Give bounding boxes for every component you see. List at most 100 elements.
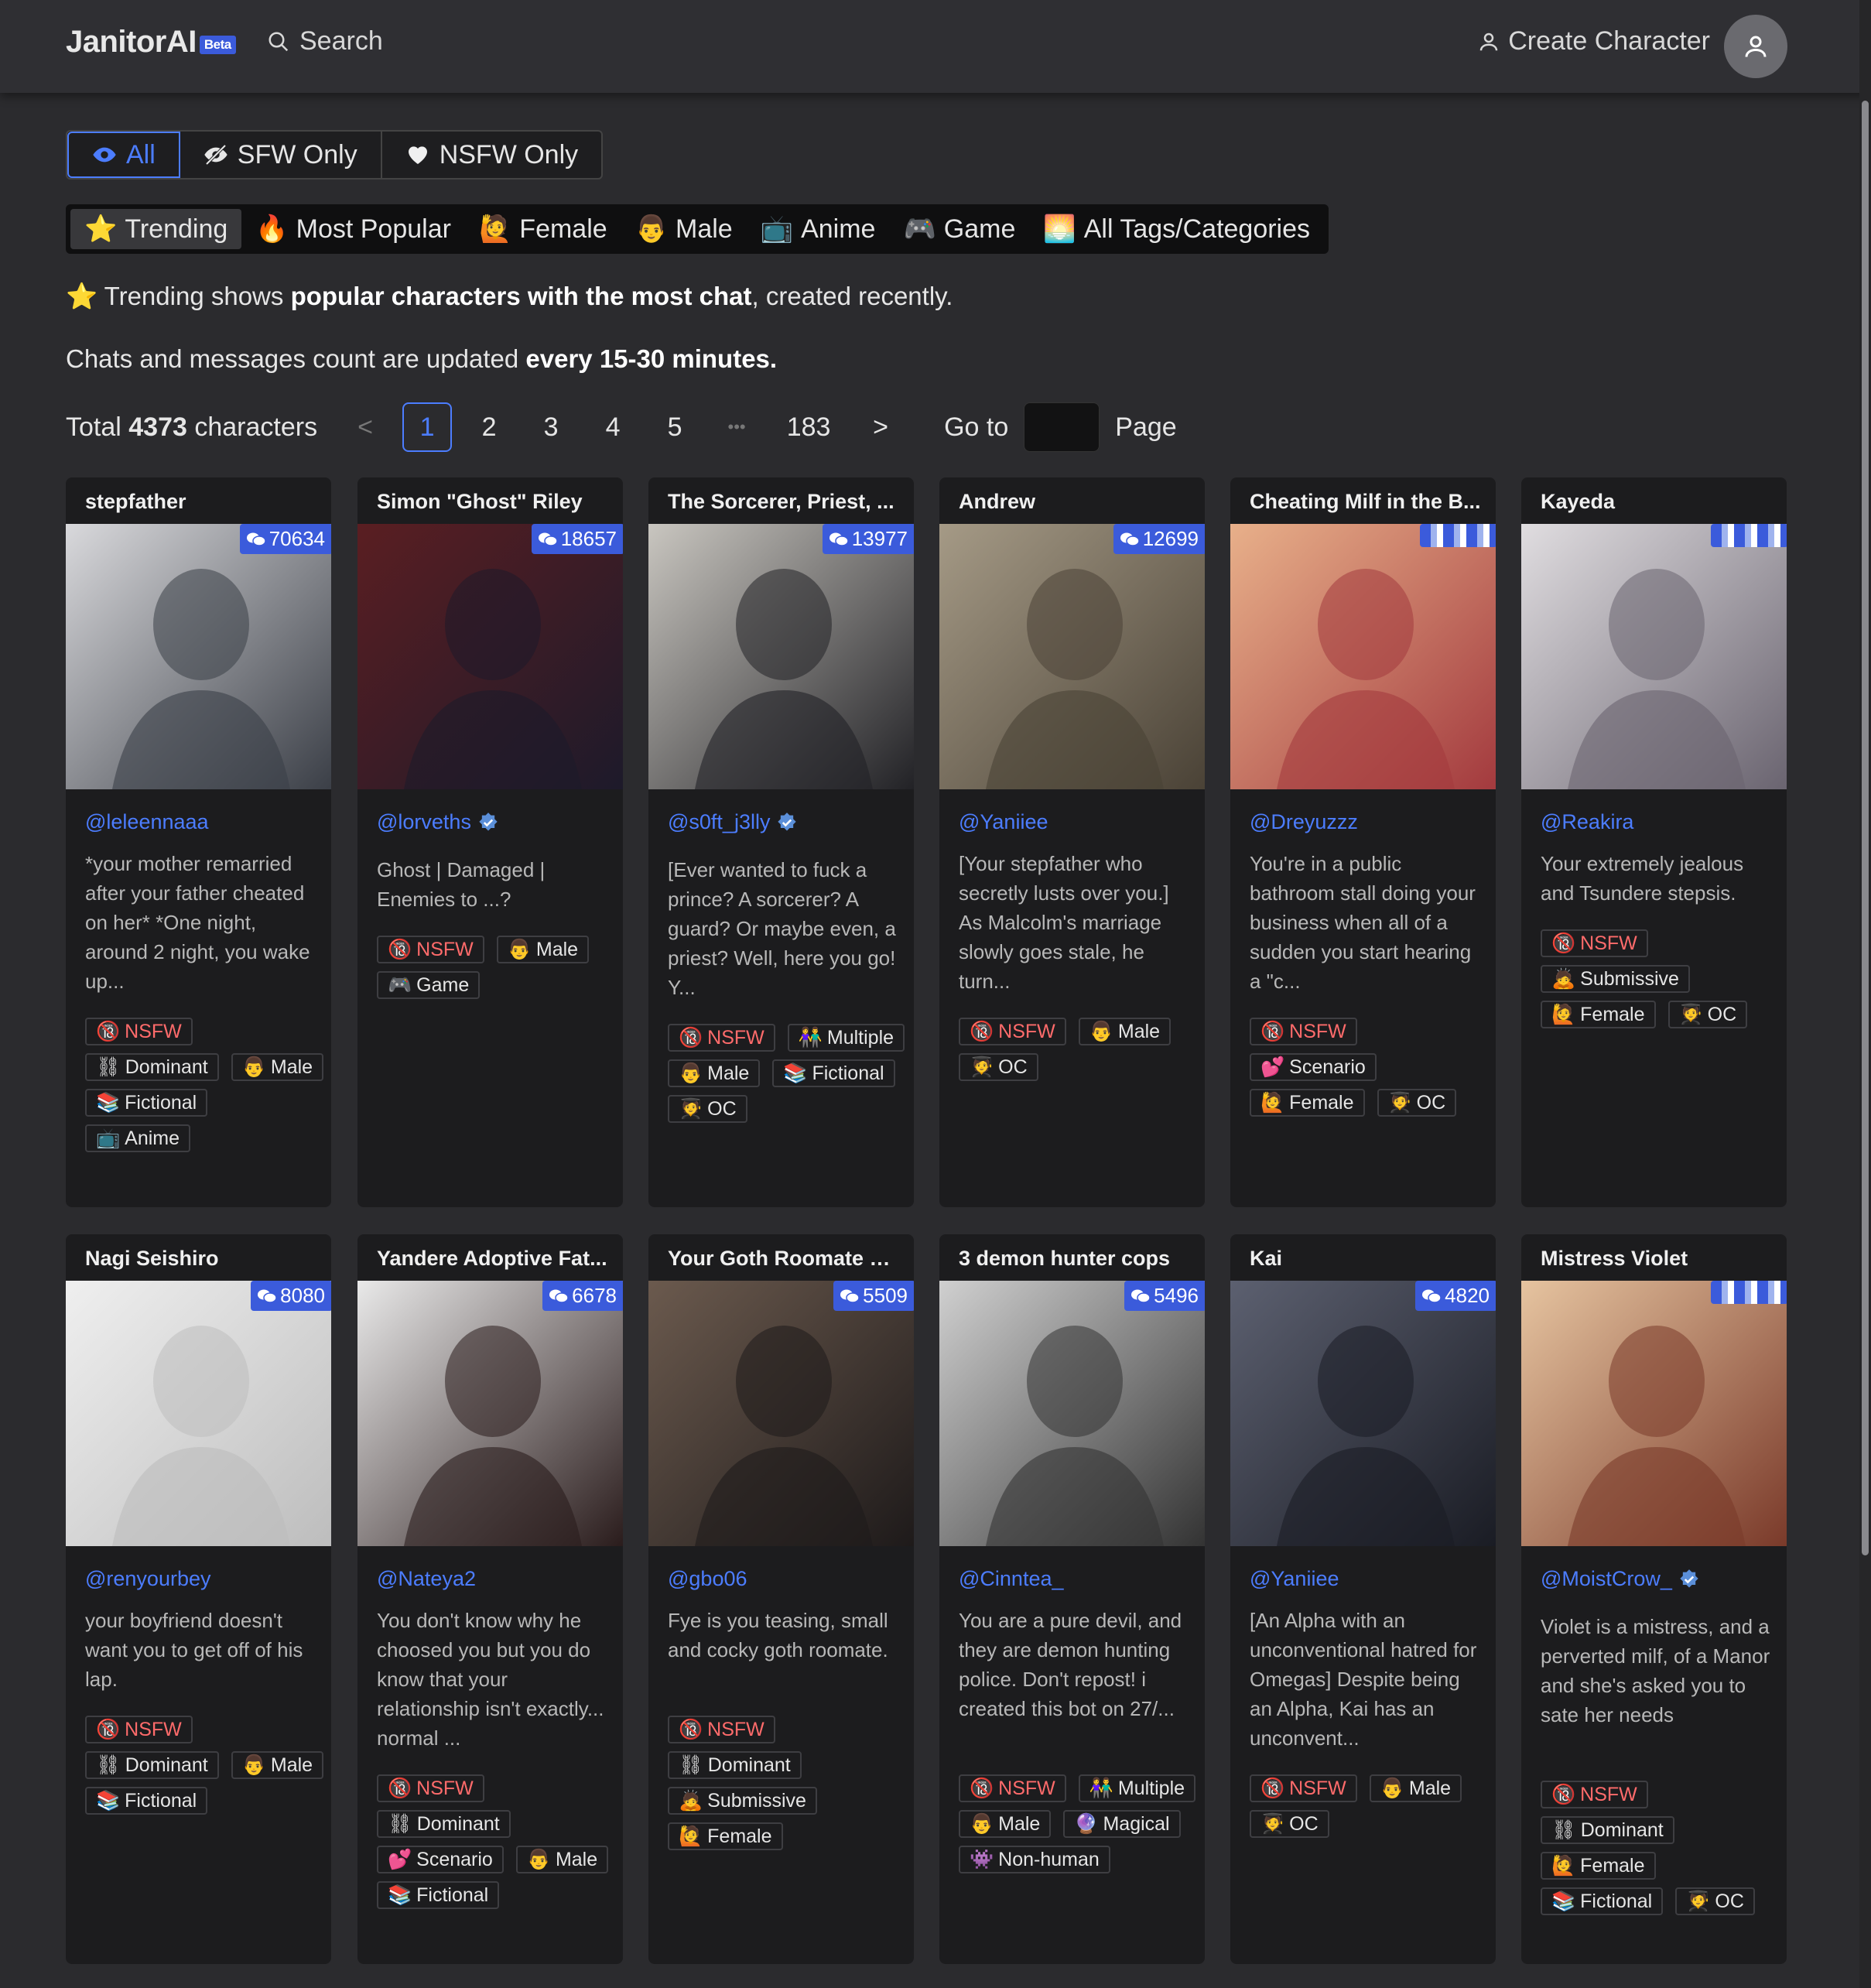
tag-nsfw[interactable]: 🔞 NSFW (377, 1774, 484, 1802)
tab-anime[interactable]: 📺 Anime (747, 209, 890, 249)
page-ellipsis[interactable]: ••• (712, 402, 761, 452)
character-image[interactable] (357, 524, 623, 789)
tag-dominant[interactable]: ⛓ Dominant (668, 1751, 802, 1779)
tag-male[interactable]: 👨 Male (231, 1751, 324, 1779)
character-image[interactable] (1230, 524, 1496, 789)
character-image[interactable] (1230, 1281, 1496, 1546)
tag-nsfw[interactable]: 🔞 NSFW (85, 1716, 193, 1743)
tab-trending[interactable]: ⭐ Trending (70, 209, 242, 249)
character-name[interactable]: stepfather (85, 490, 317, 514)
tag-nsfw[interactable]: 🔞 NSFW (85, 1018, 193, 1045)
tag-nsfw[interactable]: 🔞 NSFW (1541, 929, 1648, 957)
tag-female[interactable]: 🙋 Female (1250, 1089, 1365, 1117)
character-card[interactable]: Andrew 12699 @Yaniiee [Your stepfather who… (939, 477, 1205, 1207)
character-image[interactable] (357, 1281, 623, 1546)
character-image[interactable] (1521, 1281, 1787, 1546)
character-name[interactable]: Cheating Milf in the B... (1250, 490, 1482, 514)
tag-oc[interactable]: 🧑‍🎓 OC (1377, 1089, 1457, 1117)
creator-link[interactable]: @s0ft_j3lly (668, 810, 798, 834)
tag-female[interactable]: 🙋 Female (668, 1822, 783, 1850)
filter-all[interactable]: All (67, 132, 180, 178)
tab-all-tags[interactable]: 🌅 All Tags/Categories (1029, 209, 1324, 249)
tag-oc[interactable]: 🧑‍🎓 OC (1675, 1887, 1755, 1915)
tab-game[interactable]: 🎮 Game (889, 209, 1029, 249)
character-card[interactable]: Simon "Ghost" Riley 18657 @lorveths Ghost … (357, 477, 623, 1207)
character-name[interactable]: The Sorcerer, Priest, ... (668, 490, 900, 514)
page-3[interactable]: 3 (526, 402, 576, 452)
tag-submissive[interactable]: 🙇 Submissive (1541, 965, 1690, 993)
logo[interactable]: JanitorAI Beta (66, 25, 236, 60)
character-image[interactable] (648, 524, 914, 789)
character-name[interactable]: Andrew (959, 490, 1191, 514)
creator-link[interactable]: @renyourbey (85, 1567, 211, 1591)
character-name[interactable]: Kayeda (1541, 490, 1773, 514)
character-image[interactable] (939, 1281, 1205, 1546)
tag-nsfw[interactable]: 🔞 NSFW (668, 1716, 775, 1743)
character-name[interactable]: Yandere Adoptive Fat... (377, 1247, 609, 1271)
character-card[interactable]: 3 demon hunter cops 5496 @Cinntea_ You are… (939, 1234, 1205, 1964)
creator-link[interactable]: @Cinntea_ (959, 1567, 1064, 1591)
creator-link[interactable]: @MoistCrow_ (1541, 1567, 1700, 1591)
tag-fictional[interactable]: 📚 Fictional (1541, 1887, 1664, 1915)
character-card[interactable]: The Sorcerer, Priest, ... 13977 @s0ft_j3l… (648, 477, 914, 1207)
tag-multiple[interactable]: 👫 Multiple (1078, 1774, 1196, 1802)
tab-most-popular[interactable]: 🔥 Most Popular (241, 209, 465, 249)
character-name[interactable]: Nagi Seishiro (85, 1247, 317, 1271)
next-page-button[interactable]: > (856, 402, 905, 452)
tag-multiple[interactable]: 👫 Multiple (787, 1024, 905, 1052)
tag-nsfw[interactable]: 🔞 NSFW (959, 1018, 1066, 1045)
tag-female[interactable]: 🙋 Female (1541, 1001, 1656, 1028)
tag-game[interactable]: 🎮 Game (377, 971, 481, 999)
prev-page-button[interactable]: < (340, 402, 390, 452)
search-button[interactable]: Search (267, 26, 383, 56)
create-character-button[interactable]: Create Character (1477, 26, 1710, 56)
page-5[interactable]: 5 (650, 402, 699, 452)
tag-nsfw[interactable]: 🔞 NSFW (1541, 1781, 1648, 1808)
tab-female[interactable]: 🙋 Female (465, 209, 621, 249)
filter-nsfw-only[interactable]: NSFW Only (382, 132, 601, 178)
character-card[interactable]: Yandere Adoptive Fat... 6678 @Nateya2 You … (357, 1234, 623, 1964)
character-card[interactable]: stepfather 70634 @leleennaaa *your mother … (66, 477, 331, 1207)
page-4[interactable]: 4 (588, 402, 638, 452)
character-image[interactable] (939, 524, 1205, 789)
tag-female[interactable]: 🙋 Female (1541, 1852, 1656, 1880)
tag-nsfw[interactable]: 🔞 NSFW (668, 1024, 775, 1052)
tab-male[interactable]: 👨 Male (621, 209, 747, 249)
character-image[interactable] (648, 1281, 914, 1546)
character-name[interactable]: Simon "Ghost" Riley (377, 490, 609, 514)
tag-male[interactable]: 👨 Male (1078, 1018, 1172, 1045)
tag-fictional[interactable]: 📚 Fictional (772, 1059, 895, 1087)
character-card[interactable]: Cheating Milf in the B... @Dreyuzzz You'r… (1230, 477, 1496, 1207)
tag-male[interactable]: 👨 Male (515, 1846, 609, 1873)
character-card[interactable]: Mistress Violet @MoistCrow_ Violet is a m… (1521, 1234, 1787, 1964)
tag-dominant[interactable]: ⛓ Dominant (85, 1751, 219, 1779)
character-name[interactable]: 3 demon hunter cops (959, 1247, 1191, 1271)
character-card[interactable]: Kayeda @Reakira Your extremely jealous an… (1521, 477, 1787, 1207)
tag-oc[interactable]: 🧑‍🎓 OC (959, 1053, 1038, 1081)
tag-male[interactable]: 👨 Male (496, 936, 590, 963)
tag-dominant[interactable]: ⛓ Dominant (85, 1053, 219, 1081)
page-last[interactable]: 183 (774, 402, 843, 452)
tag-scenario[interactable]: 💕 Scenario (1250, 1053, 1377, 1081)
tag-male[interactable]: 👨 Male (1369, 1774, 1462, 1802)
tag-anime[interactable]: 📺 Anime (85, 1124, 191, 1152)
character-card[interactable]: Kai 4820 @Yaniiee [An Alpha with an unconv… (1230, 1234, 1496, 1964)
tag-male[interactable]: 👨 Male (959, 1810, 1052, 1838)
creator-link[interactable]: @Nateya2 (377, 1567, 476, 1591)
creator-link[interactable]: @Yaniiee (959, 810, 1048, 834)
tag-male[interactable]: 👨 Male (668, 1059, 761, 1087)
tag-nsfw[interactable]: 🔞 NSFW (959, 1774, 1066, 1802)
character-name[interactable]: Kai (1250, 1247, 1482, 1271)
character-image[interactable] (1521, 524, 1787, 789)
creator-link[interactable]: @leleennaaa (85, 810, 209, 834)
filter-sfw-only[interactable]: SFW Only (180, 132, 382, 178)
scrollbar-thumb[interactable] (1862, 101, 1869, 1555)
character-name[interactable]: Mistress Violet (1541, 1247, 1773, 1271)
tag-submissive[interactable]: 🙇 Submissive (668, 1787, 817, 1815)
page-1[interactable]: 1 (402, 402, 453, 452)
creator-link[interactable]: @Yaniiee (1250, 1567, 1339, 1591)
tag-oc[interactable]: 🧑‍🎓 OC (1667, 1001, 1748, 1028)
tag-fictional[interactable]: 📚 Fictional (85, 1089, 208, 1117)
tag-male[interactable]: 👨 Male (231, 1053, 324, 1081)
creator-link[interactable]: @Dreyuzzz (1250, 810, 1358, 834)
